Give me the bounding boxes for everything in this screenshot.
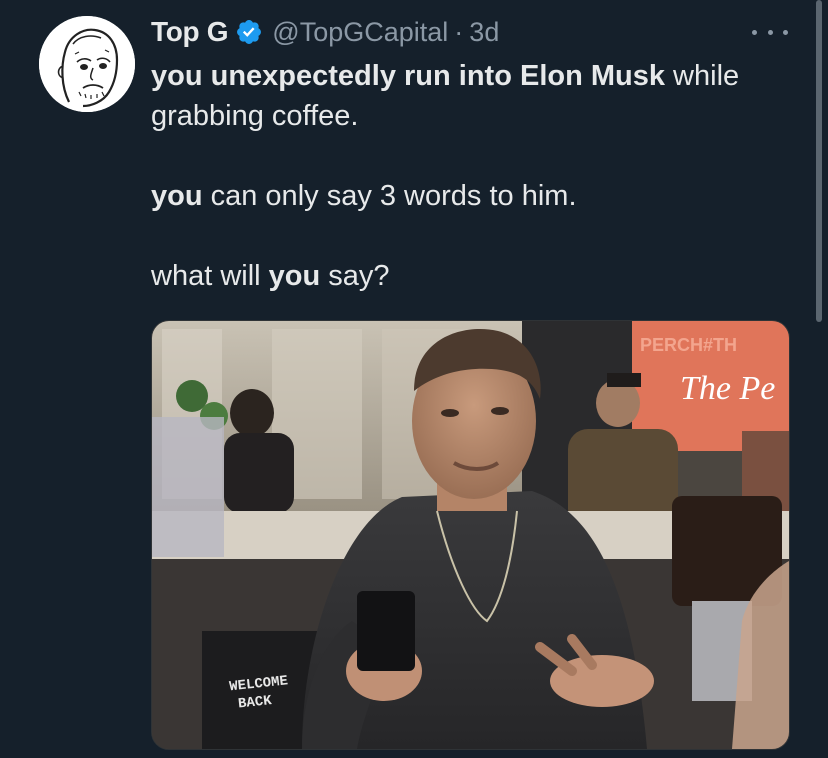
plain-text: say? <box>320 260 390 292</box>
timestamp[interactable]: 3d <box>469 17 499 48</box>
more-dot <box>783 29 788 35</box>
tweet-photo[interactable]: PERCH#TH The Pe WELCOME BACK <box>151 320 790 750</box>
tweet-line-3: what will you say? <box>151 256 811 296</box>
bold-text: you <box>151 180 203 212</box>
coffee-shop-photo: PERCH#TH The Pe WELCOME BACK <box>152 321 789 749</box>
tweet-text: you unexpectedly run into Elon Musk whil… <box>151 56 811 296</box>
more-options-button[interactable] <box>752 20 788 44</box>
tweet-line-2: you can only say 3 words to him. <box>151 176 811 216</box>
bold-text: you unexpectedly run into Elon Musk <box>151 60 665 92</box>
more-dot <box>767 29 773 35</box>
plain-text: what will <box>151 260 269 292</box>
tweet-header: Top G @TopGCapital · 3d <box>151 14 499 50</box>
tweet-line-1: you unexpectedly run into Elon Musk whil… <box>151 56 811 136</box>
plain-text: can only say 3 words to him. <box>202 180 577 212</box>
neon-sign-text: The Pe <box>680 370 775 407</box>
display-name[interactable]: Top G <box>151 16 229 48</box>
avatar[interactable] <box>39 16 135 112</box>
tweet[interactable]: Top G @TopGCapital · 3d you unexpectedly… <box>0 0 828 758</box>
neon-bg-text: PERCH#TH <box>640 335 737 355</box>
handle[interactable]: @TopGCapital <box>272 17 448 48</box>
separator-dot: · <box>454 16 464 47</box>
scrollbar[interactable] <box>816 0 822 322</box>
wojak-face-icon <box>39 16 135 112</box>
more-dot <box>752 29 757 35</box>
verified-badge-icon[interactable] <box>235 18 263 46</box>
bold-text: you <box>268 260 321 292</box>
